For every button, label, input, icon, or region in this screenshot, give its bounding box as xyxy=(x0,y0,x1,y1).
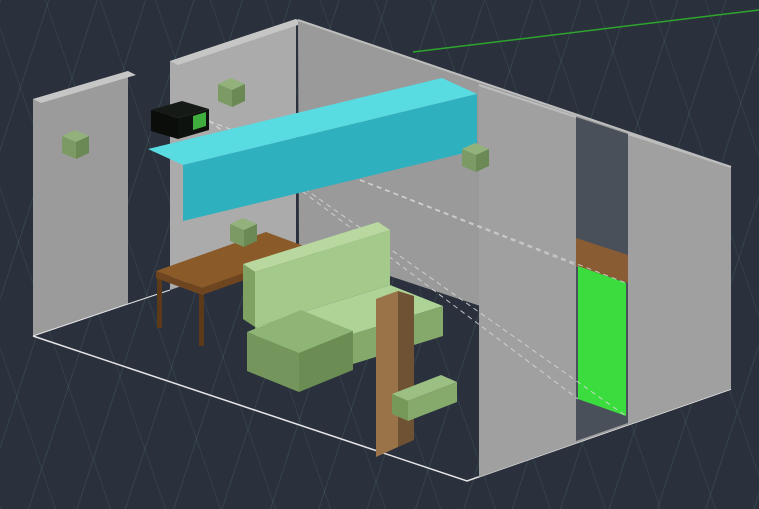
model-canvas[interactable] xyxy=(0,0,759,509)
panel-side[interactable] xyxy=(398,291,414,447)
y-axis-line xyxy=(412,9,759,53)
speaker-cube-left-back[interactable] xyxy=(218,78,245,107)
projection-screen[interactable] xyxy=(578,266,626,416)
speaker-cube-left-front[interactable] xyxy=(62,130,89,159)
speaker-cube-table[interactable] xyxy=(230,218,257,247)
cad-3d-viewport[interactable] xyxy=(0,0,759,509)
sofa-backrest-side[interactable] xyxy=(243,264,255,327)
wood-panel[interactable] xyxy=(376,291,414,457)
left-wall-front-face[interactable] xyxy=(33,71,128,336)
speaker-cube-back-wall[interactable] xyxy=(462,143,489,172)
table-leg[interactable] xyxy=(157,276,162,328)
table-leg[interactable] xyxy=(199,292,204,346)
panel-front[interactable] xyxy=(376,291,398,457)
floor-left-gap-edge xyxy=(127,289,171,305)
front-wall[interactable] xyxy=(478,84,732,477)
left-wall-front-segment[interactable] xyxy=(33,71,136,336)
